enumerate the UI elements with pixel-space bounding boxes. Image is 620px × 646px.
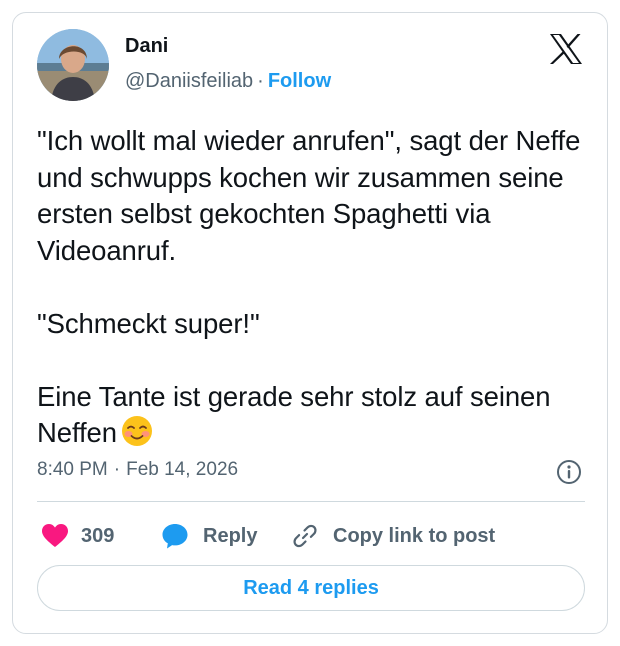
handle-row: @Daniisfeiliab · Follow	[125, 70, 331, 93]
avatar[interactable]	[37, 29, 109, 101]
separator-dot: ·	[113, 459, 121, 480]
x-logo-icon[interactable]	[549, 33, 583, 65]
post-card: Dani @Daniisfeiliab · Follow "Ich wollt ma…	[12, 12, 608, 634]
post-body: "Ich wollt mal wieder anrufen", sagt der…	[37, 125, 581, 448]
divider	[37, 501, 585, 502]
author-name[interactable]: Dani	[125, 35, 168, 58]
copy-link-button[interactable]: Copy link to post	[291, 518, 495, 554]
timestamp[interactable]: 8:40 PM · Feb 14, 2026	[37, 459, 238, 481]
speech-bubble-icon	[161, 522, 189, 550]
follow-button[interactable]: Follow	[268, 70, 331, 92]
reply-label: Reply	[203, 524, 258, 547]
info-icon[interactable]	[556, 459, 582, 485]
heart-icon	[41, 523, 69, 549]
post-time[interactable]: 8:40 PM	[37, 459, 108, 480]
author-handle[interactable]: @Daniisfeiliab	[125, 70, 253, 92]
read-replies-label: Read 4 replies	[243, 576, 379, 599]
post-date[interactable]: Feb 14, 2026	[126, 459, 238, 480]
reply-button[interactable]: Reply	[161, 518, 257, 554]
copy-link-label: Copy link to post	[333, 524, 496, 547]
separator-dot: ·	[257, 70, 264, 92]
like-count: 309	[81, 524, 115, 547]
like-button[interactable]: 309	[41, 518, 114, 554]
action-bar: 309 Reply Copy link to post	[37, 518, 585, 554]
smiling-face-with-blush-icon	[121, 415, 153, 457]
avatar-photo	[37, 29, 109, 101]
post-text: "Ich wollt mal wieder anrufen", sagt der…	[37, 123, 587, 457]
read-replies-button[interactable]: Read 4 replies	[37, 565, 585, 611]
link-icon	[291, 522, 319, 550]
